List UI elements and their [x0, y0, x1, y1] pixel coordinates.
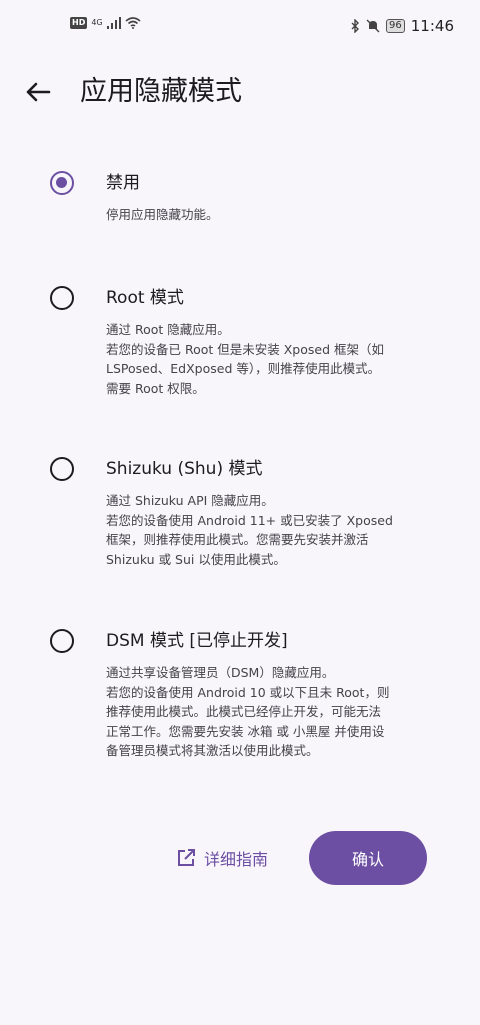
option-description: 停用应用隐藏功能。	[106, 205, 446, 225]
status-right: 96 11:46	[350, 17, 454, 35]
description-line: 若您的设备已 Root 但是未安装 Xposed 框架（如	[106, 341, 384, 357]
guide-label: 详细指南	[204, 850, 269, 869]
option-title: Root 模式	[106, 288, 184, 308]
mute-bell-icon	[366, 19, 380, 33]
bluetooth-icon	[351, 19, 360, 33]
description-line: 通过 Shizuku API 隐藏应用。	[106, 493, 274, 508]
option-description: 通过 Root 隐藏应用。 若您的设备已 Root 但是未安装 Xposed 框…	[106, 320, 446, 398]
description-line: LSPosed、EdXposed 等），则推荐使用此模式。	[106, 361, 381, 376]
option-description: 通过 Shizuku API 隐藏应用。 若您的设备使用 Android 11+…	[106, 491, 446, 569]
radio-disabled[interactable]	[50, 171, 74, 195]
guide-button[interactable]: 详细指南	[176, 840, 268, 876]
description-line: Shizuku 或 Sui 以使用此模式。	[106, 551, 286, 567]
signal-icon	[106, 17, 121, 29]
description-line: 推荐使用此模式。此模式已经停止开发，可能无法	[106, 704, 382, 719]
hd-badge: HD	[70, 17, 88, 29]
back-button[interactable]	[20, 74, 56, 110]
page-title: 应用隐藏模式	[80, 76, 242, 107]
option-title: Shizuku (Shu) 模式	[106, 459, 263, 479]
description-line: 通过共享设备管理员（DSM）隐藏应用。	[106, 665, 335, 680]
arrow-left-icon	[26, 82, 51, 102]
radio-root[interactable]	[50, 286, 74, 310]
battery-icon: 96	[386, 19, 405, 33]
description-line: 备管理员模式将其激活以使用此模式。	[106, 743, 319, 758]
description-line: 若您的设备使用 Android 10 或以下且未 Root，则	[106, 684, 390, 700]
open-external-icon	[178, 849, 195, 866]
wifi-icon	[125, 17, 141, 29]
option-title: DSM 模式 [已停止开发]	[106, 631, 288, 651]
description-line: 需要 Root 权限。	[106, 380, 205, 396]
radio-dsm[interactable]	[50, 629, 74, 653]
app-bar: 应用隐藏模式	[0, 66, 480, 116]
network-type: 4G	[91, 18, 103, 27]
description-line: 停用应用隐藏功能。	[106, 207, 219, 222]
description-line: 若您的设备使用 Android 11+ 或已安装了 Xposed	[106, 512, 393, 528]
description-line: 框架，则推荐使用此模式。您需要先安装并激活	[106, 532, 369, 547]
option-description: 通过共享设备管理员（DSM）隐藏应用。 若您的设备使用 Android 10 或…	[106, 663, 446, 761]
description-line: 通过 Root 隐藏应用。	[106, 322, 230, 337]
status-bar: HD 4G 96 11:46	[0, 0, 480, 50]
clock: 11:46	[410, 17, 454, 35]
confirm-button[interactable]: 确认	[309, 831, 427, 885]
description-line: 正常工作。您需要先安装 冰箱 或 小黑屋 并使用设	[106, 723, 385, 739]
radio-shizuku[interactable]	[50, 457, 74, 481]
status-left: HD 4G	[70, 17, 141, 29]
option-title: 禁用	[106, 173, 140, 193]
